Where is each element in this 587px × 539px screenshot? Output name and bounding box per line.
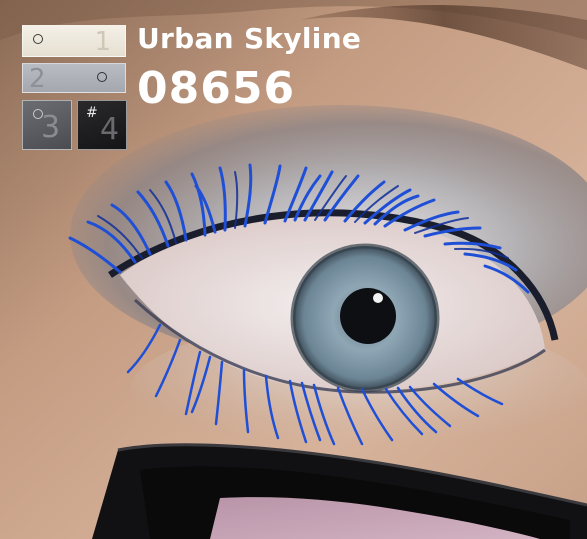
swatch-number: 4: [100, 112, 120, 147]
swatch-2: 2: [22, 63, 126, 93]
pupil: [340, 288, 396, 344]
circle-icon: [33, 34, 43, 44]
swatch-1: 1: [22, 25, 126, 57]
swatch-number: 2: [29, 64, 46, 94]
product-name: Urban Skyline: [137, 22, 362, 55]
circle-icon: [97, 72, 107, 82]
product-code: 08656: [137, 63, 296, 114]
swatch-3: 3: [22, 100, 72, 150]
swatch-number: 3: [41, 110, 61, 145]
swatch-number: 1: [94, 27, 111, 57]
hash-icon: #: [86, 105, 98, 121]
swatch-4: # 4: [77, 100, 127, 150]
product-photo: 1 2 3 # 4 Urban Skyline 08656: [0, 0, 587, 539]
